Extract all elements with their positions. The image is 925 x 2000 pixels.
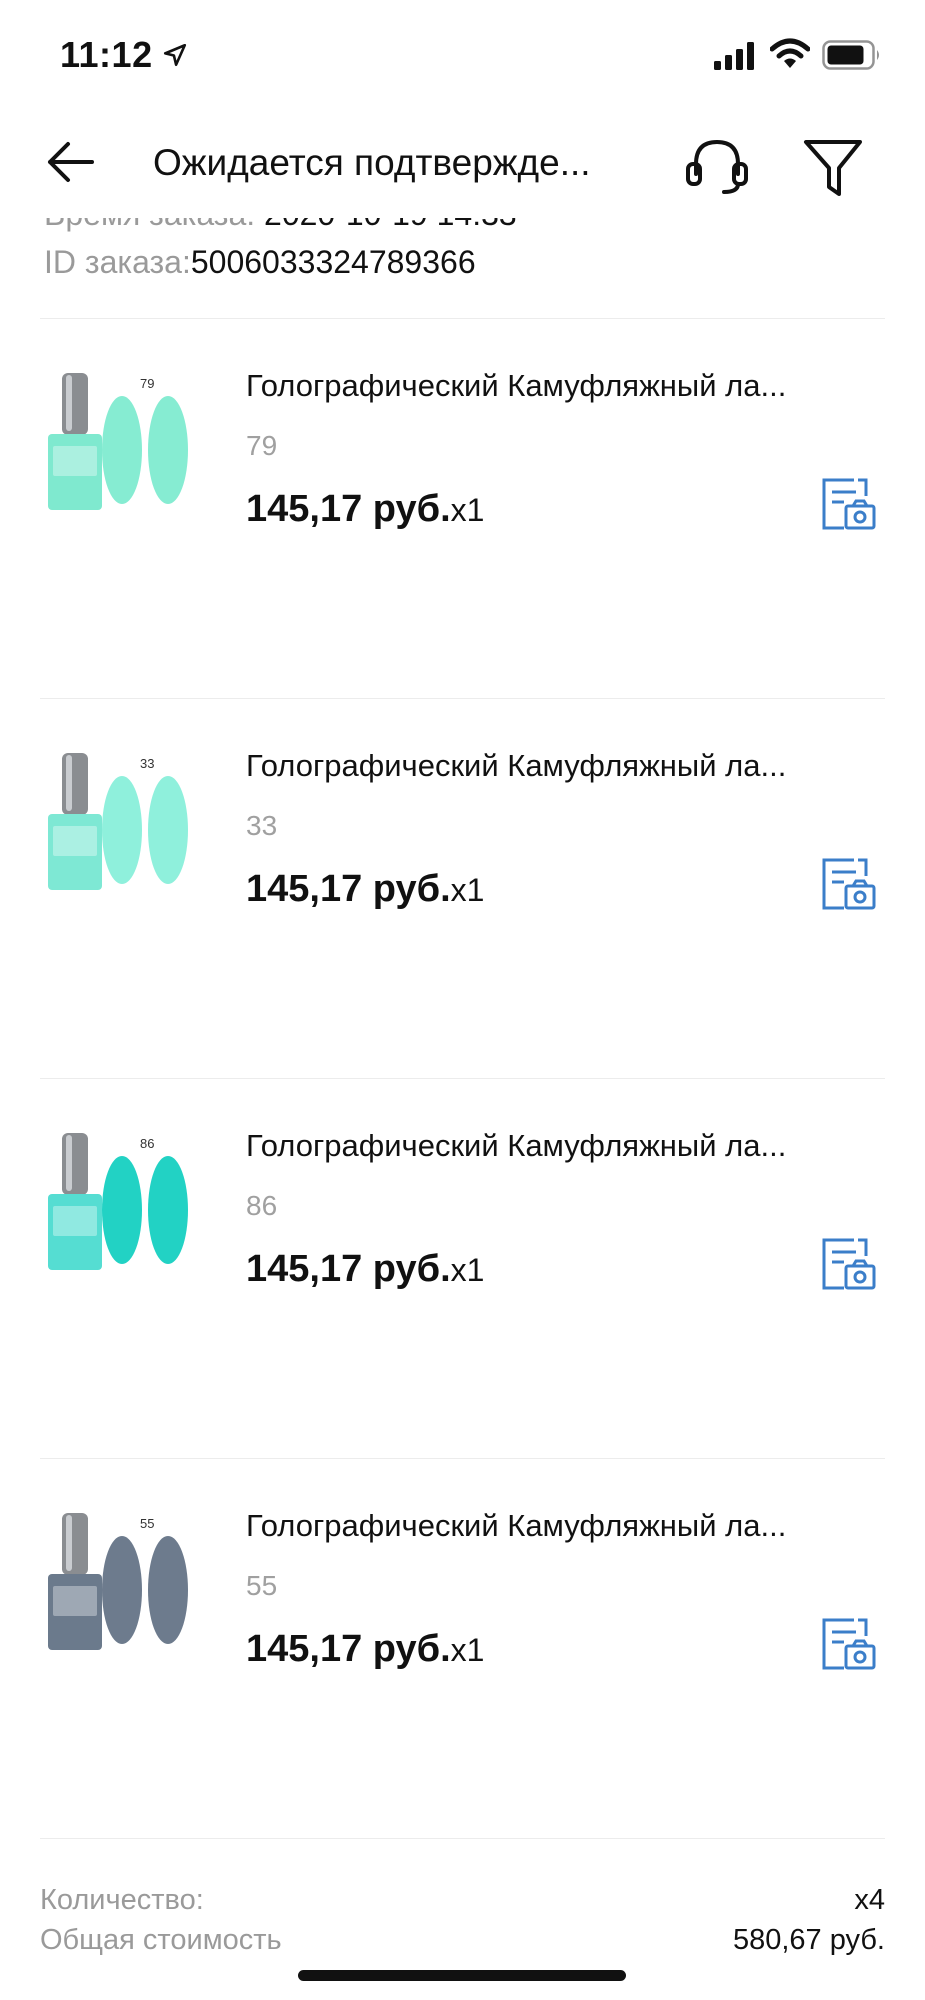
product-thumbnail[interactable]: 55 xyxy=(44,1508,220,1664)
product-thumbnail[interactable]: 86 xyxy=(44,1128,220,1284)
product-thumbnail[interactable]: 79 xyxy=(44,368,220,524)
status-bar: 11:12 xyxy=(0,0,925,110)
order-item[interactable]: 55 Голографический Камуфляжный ла... 55 … xyxy=(0,1458,925,1838)
nail-swatch xyxy=(148,396,188,504)
item-quantity: x1 xyxy=(450,872,485,908)
item-quantity: x1 xyxy=(450,492,485,528)
photo-review-icon[interactable] xyxy=(818,1234,878,1294)
item-variant: 86 xyxy=(246,1190,278,1221)
item-title[interactable]: Голографический Камуфляжный ла... xyxy=(246,1128,876,1164)
photo-review-icon[interactable] xyxy=(818,474,878,534)
item-price-row: 145,17 руб.x1 xyxy=(246,1248,484,1291)
page-title: Ожидается подтвержде... xyxy=(153,142,591,183)
item-price: 145,17 руб. xyxy=(246,1248,451,1290)
order-item[interactable]: 79 Голографический Камуфляжный ла... 79 … xyxy=(0,318,925,698)
photo-review-icon[interactable] xyxy=(818,1614,878,1674)
quantity-value: x4 xyxy=(854,1884,885,1916)
item-title[interactable]: Голографический Камуфляжный ла... xyxy=(246,1508,876,1544)
order-item[interactable]: 86 Голографический Камуфляжный ла... 86 … xyxy=(0,1078,925,1458)
nail-swatch xyxy=(148,1536,188,1644)
order-id: ID заказа:5006033324789366 xyxy=(44,244,476,281)
thumbnail-number: 86 xyxy=(140,1136,154,1151)
divider xyxy=(40,1838,885,1839)
cellular-signal-icon xyxy=(714,42,754,70)
item-variant: 79 xyxy=(246,430,278,461)
item-price: 145,17 руб. xyxy=(246,868,451,910)
order-id-label: ID заказа: xyxy=(44,244,191,280)
nav-bar: Ожидается подтвержде... xyxy=(0,110,925,218)
location-arrow-icon xyxy=(163,43,187,67)
photo-review-icon[interactable] xyxy=(818,854,878,914)
item-title[interactable]: Голографический Камуфляжный ла... xyxy=(246,368,876,404)
nail-swatch xyxy=(102,776,142,884)
total-label: Общая стоимость xyxy=(40,1924,282,1956)
wifi-icon xyxy=(770,38,810,68)
quantity-summary: Количество: x4 xyxy=(40,1884,885,1917)
item-price-row: 145,17 руб.x1 xyxy=(246,488,484,531)
order-item[interactable]: 33 Голографический Камуфляжный ла... 33 … xyxy=(0,698,925,1078)
thumbnail-number: 79 xyxy=(140,376,154,391)
nail-swatch xyxy=(102,396,142,504)
thumbnail-number: 55 xyxy=(140,1516,154,1531)
item-variant: 55 xyxy=(246,1570,278,1601)
nail-swatch xyxy=(148,1156,188,1264)
item-quantity: x1 xyxy=(450,1632,485,1668)
item-title[interactable]: Голографический Камуфляжный ла... xyxy=(246,748,876,784)
back-arrow-icon[interactable] xyxy=(42,134,98,190)
item-price: 145,17 руб. xyxy=(246,1628,451,1670)
filter-icon[interactable] xyxy=(802,134,864,200)
nail-swatch xyxy=(102,1536,142,1644)
item-price-row: 145,17 руб.x1 xyxy=(246,1628,484,1671)
status-time: 11:12 xyxy=(60,34,153,75)
home-indicator[interactable] xyxy=(298,1970,626,1981)
headset-support-icon[interactable] xyxy=(682,134,752,198)
item-price-row: 145,17 руб.x1 xyxy=(246,868,484,911)
nail-swatch xyxy=(102,1156,142,1264)
order-id-value[interactable]: 5006033324789366 xyxy=(191,244,476,280)
item-price: 145,17 руб. xyxy=(246,488,451,530)
total-summary: Общая стоимость 580,67 руб. xyxy=(40,1924,885,1957)
nail-swatch xyxy=(148,776,188,884)
total-value: 580,67 руб. xyxy=(732,1924,885,1956)
battery-icon xyxy=(822,40,879,70)
item-variant: 33 xyxy=(246,810,278,841)
thumbnail-number: 33 xyxy=(140,756,154,771)
quantity-label: Количество: xyxy=(40,1884,204,1916)
product-thumbnail[interactable]: 33 xyxy=(44,748,220,904)
item-quantity: x1 xyxy=(450,1252,485,1288)
